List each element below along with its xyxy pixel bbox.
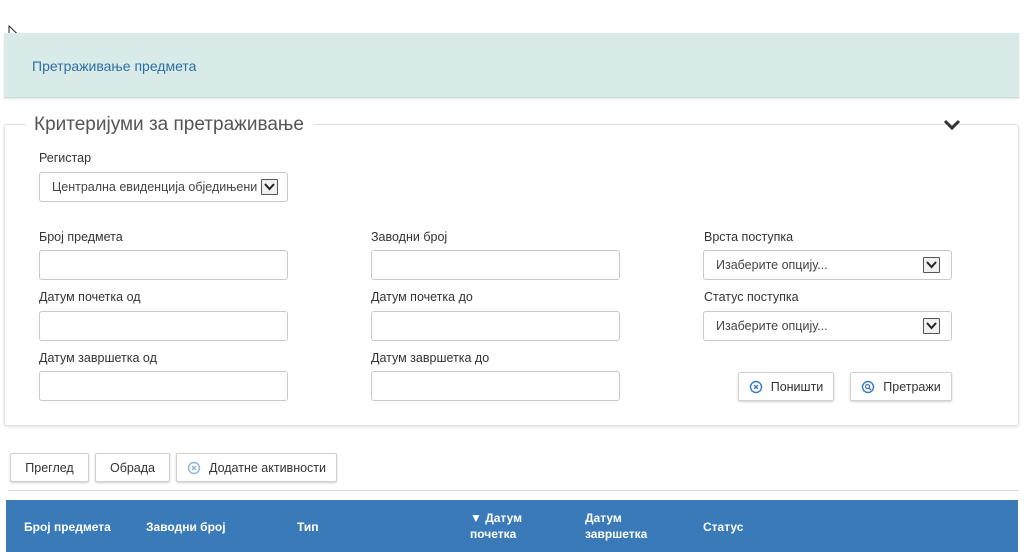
criteria-legend: Критеријуми за претраживање (26, 114, 314, 136)
column-header-start-date[interactable]: ▼ Датум почетка (470, 510, 522, 542)
preview-button-label: Преглед (25, 460, 74, 475)
column-header-end-date[interactable]: Датум завршетка (585, 510, 647, 542)
procedure-type-select[interactable]: Изаберите опцију... (703, 250, 952, 280)
column-header-case-number[interactable]: Број предмета (24, 519, 111, 535)
processing-button[interactable]: Обрада (95, 453, 170, 482)
chevron-down-icon[interactable] (943, 119, 961, 131)
start-date-to-input[interactable] (371, 311, 620, 341)
divider (8, 490, 1019, 491)
end-date-from-label: Датум завршетка од (39, 351, 157, 365)
end-date-from-input[interactable] (39, 371, 288, 401)
procedure-status-select[interactable]: Изаберите опцију... (703, 311, 952, 341)
search-button-label: Претражи (883, 379, 941, 394)
column-header-filing-number[interactable]: Заводни број (146, 519, 226, 535)
start-date-from-label: Датум почетка од (39, 290, 141, 304)
procedure-type-label: Врста поступка (704, 230, 794, 244)
registry-label: Регистар (39, 151, 92, 165)
registry-select-value: Централна евиденција обједињени (52, 180, 258, 194)
cancel-circle-icon (749, 380, 763, 394)
processing-button-label: Обрада (109, 460, 156, 475)
search-button[interactable]: Претражи (850, 372, 952, 401)
chevron-down-icon (261, 179, 278, 195)
column-header-type[interactable]: Тип (297, 519, 319, 535)
case-number-input[interactable] (39, 250, 288, 280)
chevron-down-icon (923, 318, 940, 334)
end-date-to-input[interactable] (371, 371, 620, 401)
start-date-to-label: Датум почетка до (371, 290, 473, 304)
cancel-button-label: Поништи (770, 379, 824, 394)
additional-activities-label: Додатне активности (208, 460, 327, 475)
chevron-down-icon (923, 257, 940, 273)
page-title: Претраживање предмета (32, 58, 197, 74)
additional-activities-button[interactable]: Додатне активности (176, 453, 337, 482)
filing-number-input[interactable] (371, 250, 620, 280)
cancel-button[interactable]: Поништи (738, 372, 834, 401)
results-table-header: Број предмета Заводни број Тип ▼ Датум п… (6, 500, 1018, 552)
procedure-type-value: Изаберите опцију... (716, 258, 828, 272)
preview-button[interactable]: Преглед (10, 453, 89, 482)
column-header-status[interactable]: Статус (703, 519, 743, 535)
end-date-to-label: Датум завршетка до (371, 351, 490, 365)
page-header: Претраживање предмета (4, 33, 1019, 98)
procedure-status-value: Изаберите опцију... (716, 319, 828, 333)
cancel-circle-icon (187, 461, 201, 475)
start-date-from-input[interactable] (39, 311, 288, 341)
search-icon (861, 380, 875, 394)
procedure-status-label: Статус поступка (704, 290, 799, 304)
case-number-label: Број предмета (39, 230, 123, 244)
filing-number-label: Заводни број (371, 230, 448, 244)
registry-select[interactable]: Централна евиденција обједињени (39, 172, 288, 202)
